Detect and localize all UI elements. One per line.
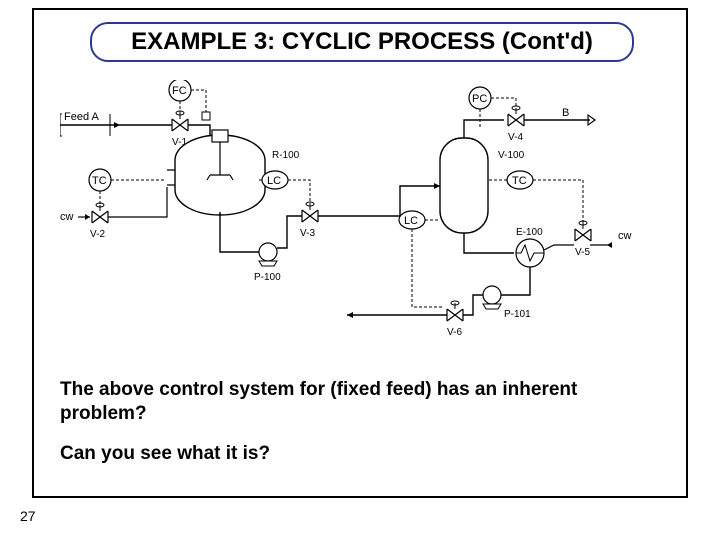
fc-label: FC xyxy=(172,85,187,97)
exchanger-e100: E-100 xyxy=(516,227,544,267)
tc-controller-right: TC xyxy=(507,171,533,189)
pump-p101: P-101 xyxy=(483,286,531,320)
vapor-line xyxy=(464,120,504,138)
fc-to-sensor xyxy=(191,90,206,112)
valve-v4: V-4 xyxy=(508,106,524,143)
valve-v1: V-1 xyxy=(172,111,188,148)
reactor-bottom-line xyxy=(220,212,260,252)
slide-title: EXAMPLE 3: CYCLIC PROCESS (Cont'd) xyxy=(90,22,634,62)
e100-outlet xyxy=(500,267,530,295)
pump-p100: P-100 xyxy=(254,243,281,283)
tc-left-label: TC xyxy=(92,175,107,187)
exchanger-label: E-100 xyxy=(516,227,543,238)
feed-a-label: Feed A xyxy=(64,111,100,123)
valve-v3-label: V-3 xyxy=(300,228,315,239)
product-b-label: B xyxy=(562,107,569,119)
valve-v6: V-6 xyxy=(447,301,463,338)
valve-v2-label: V-2 xyxy=(90,229,105,240)
lc-to-v6 xyxy=(412,229,442,307)
lc-right-label: LC xyxy=(404,215,418,227)
tc-controller-left: TC xyxy=(89,169,111,191)
question-line-1: The above control system for (fixed feed… xyxy=(60,378,660,426)
fc-controller: FC xyxy=(169,80,191,101)
valve-v4-label: V-4 xyxy=(508,132,523,143)
tc-to-v5 xyxy=(533,180,583,225)
valve-v5-label: V-5 xyxy=(575,247,590,258)
valve-v6-label: V-6 xyxy=(447,327,462,338)
lc-controller-right: LC xyxy=(399,211,425,229)
pc-label: PC xyxy=(472,93,487,105)
cw-right-label: cw xyxy=(618,230,632,242)
pump-p101-label: P-101 xyxy=(504,309,531,320)
lc-controller-left: LC xyxy=(262,171,288,189)
pc-controller: PC xyxy=(469,87,491,109)
question-line-2: Can you see what it is? xyxy=(60,442,660,466)
cw-line-into-jacket xyxy=(108,187,167,217)
feed-a-stream: Feed A xyxy=(60,111,120,136)
page-number: 27 xyxy=(20,508,36,524)
transfer-line xyxy=(318,186,440,216)
vessel-label: V-100 xyxy=(498,150,525,161)
feed-line xyxy=(120,125,210,140)
valve-v5: V-5 xyxy=(575,221,591,258)
pump-p100-label: P-100 xyxy=(254,272,281,283)
cw-left-label: cw xyxy=(60,211,74,223)
valve-v2: V-2 xyxy=(90,203,108,240)
lc-left-label: LC xyxy=(267,175,281,187)
pump-discharge-left xyxy=(277,216,302,248)
question-block: The above control system for (fixed feed… xyxy=(60,378,660,481)
flow-element-icon xyxy=(202,112,210,120)
process-diagram: Feed A V-1 FC R-100 TC cw xyxy=(60,80,660,360)
lc-to-v3 xyxy=(288,180,310,204)
valve-v3: V-3 xyxy=(300,202,318,239)
reactor-label: R-100 xyxy=(272,150,300,161)
bottoms-line xyxy=(464,233,514,253)
tc-right-label: TC xyxy=(512,175,527,187)
